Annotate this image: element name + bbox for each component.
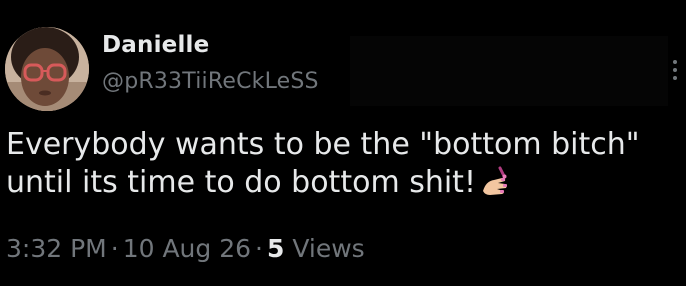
tweet-text-line-2: until its time to do bottom shit! (6, 164, 678, 208)
more-dot-icon (673, 60, 677, 64)
tweet-meta: 3:32 PM · 10 Aug 26 · 5 Views (6, 232, 365, 266)
more-dot-icon (673, 76, 677, 80)
tweet-text: Everybody wants to be the "bottom bitch"… (6, 126, 678, 208)
avatar-image (5, 27, 89, 111)
meta-separator: · (255, 234, 263, 263)
tweet-date[interactable]: 10 Aug 26 (123, 234, 251, 263)
more-dot-icon (673, 68, 677, 72)
tweet-time[interactable]: 3:32 PM (6, 234, 107, 263)
more-options-button[interactable] (668, 52, 682, 88)
tweet-text-line-1: Everybody wants to be the "bottom bitch" (6, 127, 640, 162)
nail-polish-icon (480, 166, 510, 208)
meta-separator: · (110, 234, 119, 263)
views-count[interactable]: 5 (267, 234, 284, 263)
views-label[interactable]: Views (292, 234, 364, 263)
header-background (350, 36, 668, 106)
tweet-card: Danielle @pR33TiiReCkLeSS Everybody want… (0, 0, 686, 286)
display-name[interactable]: Danielle (102, 30, 319, 60)
tweet-text-line-2-text: until its time to do bottom shit! (6, 165, 476, 200)
avatar[interactable] (5, 27, 89, 111)
author-block: Danielle @pR33TiiReCkLeSS (102, 30, 319, 96)
user-handle[interactable]: @pR33TiiReCkLeSS (102, 68, 319, 96)
